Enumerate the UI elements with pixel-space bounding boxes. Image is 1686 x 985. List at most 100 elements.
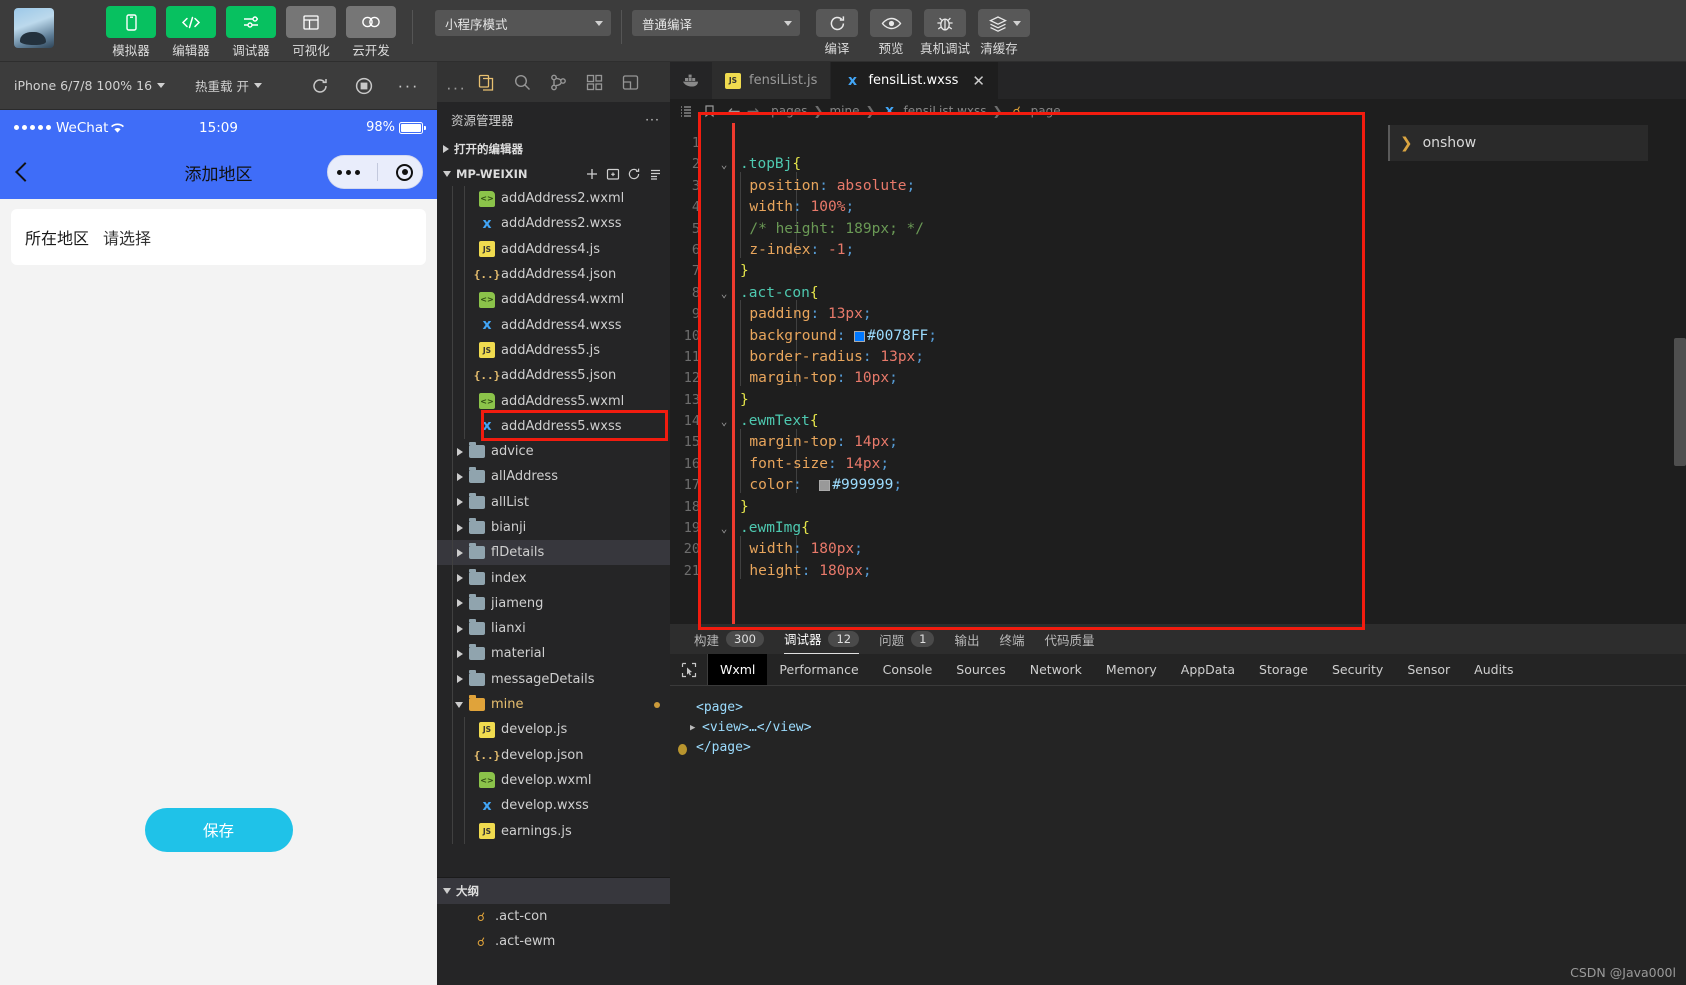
debugger-icon[interactable] bbox=[226, 6, 276, 38]
tree-file[interactable]: x addAddress2.wxss bbox=[437, 211, 670, 237]
tree-folder[interactable]: index bbox=[437, 565, 670, 591]
devtools-tab[interactable]: Audits bbox=[1462, 654, 1525, 685]
breadcrumb-item[interactable]: page bbox=[1031, 104, 1061, 118]
mode-select[interactable]: 小程序模式 bbox=[435, 10, 611, 36]
wxml-tree[interactable]: <page> ▶ <view>…</view> </page> CSDN @Java0… bbox=[670, 686, 1686, 985]
action-真机调试[interactable]: 真机调试 bbox=[918, 0, 972, 57]
bug-icon[interactable] bbox=[924, 9, 966, 37]
wechat-capsule[interactable] bbox=[327, 155, 423, 189]
more-icon[interactable] bbox=[336, 169, 360, 175]
close-target-icon[interactable] bbox=[396, 163, 414, 181]
devtools-tab[interactable]: Sensor bbox=[1395, 654, 1462, 685]
fold-chevron-icon[interactable]: ⌄ bbox=[716, 154, 732, 175]
layout-icon[interactable] bbox=[286, 6, 336, 38]
explorer-more-icon[interactable]: ··· bbox=[645, 112, 660, 127]
tree-file[interactable]: JS addAddress5.js bbox=[437, 337, 670, 364]
action-编译[interactable]: 编译 bbox=[810, 0, 864, 57]
file-tree[interactable]: <> addAddress2.wxml x addAddress2.wxss JS add… bbox=[437, 186, 670, 877]
search-icon[interactable] bbox=[511, 71, 533, 93]
activity-more-icon[interactable]: ··· bbox=[446, 78, 466, 98]
tree-file[interactable]: JS addAddress4.js bbox=[437, 236, 670, 262]
tree-folder[interactable]: allList bbox=[437, 489, 670, 515]
source-control-icon[interactable] bbox=[547, 71, 569, 93]
list-icon[interactable] bbox=[679, 104, 693, 118]
new-file-icon[interactable] bbox=[585, 167, 599, 181]
outline-section[interactable]: 大纲 bbox=[437, 878, 670, 904]
tree-folder[interactable]: allAddress bbox=[437, 464, 670, 490]
outline-item[interactable]: ☌ .act-ewm bbox=[437, 929, 670, 954]
devtools-tab[interactable]: AppData bbox=[1169, 654, 1247, 685]
collapse-icon[interactable] bbox=[648, 167, 662, 181]
tree-file[interactable]: {..} develop.json bbox=[437, 742, 670, 768]
editor-scrollbar[interactable] bbox=[1674, 338, 1686, 466]
simulator-record-icon[interactable] bbox=[354, 76, 374, 96]
close-icon[interactable]: ✕ bbox=[972, 72, 985, 90]
project-avatar[interactable] bbox=[14, 8, 54, 48]
tree-file[interactable]: {..} addAddress4.json bbox=[437, 261, 670, 288]
tree-file[interactable]: x addAddress5.wxss bbox=[437, 413, 670, 439]
debug-icon[interactable] bbox=[619, 71, 641, 93]
new-folder-icon[interactable] bbox=[606, 167, 620, 181]
mode-button-模拟器[interactable]: 模拟器 bbox=[106, 0, 156, 59]
panel-tab[interactable]: 问题 1 bbox=[879, 630, 935, 649]
extensions-icon[interactable] bbox=[583, 71, 605, 93]
tree-file[interactable]: <> develop.wxml bbox=[437, 767, 670, 794]
tree-folder[interactable]: lianxi bbox=[437, 616, 670, 642]
code-icon[interactable] bbox=[166, 6, 216, 38]
panel-tab[interactable]: 输出 bbox=[954, 630, 979, 649]
tree-folder[interactable]: mine bbox=[437, 691, 670, 718]
devtools-tab[interactable]: Performance bbox=[767, 654, 870, 685]
mode-button-云开发[interactable]: 云开发 bbox=[346, 0, 396, 59]
mode-button-可视化[interactable]: 可视化 bbox=[286, 0, 336, 59]
docker-icon[interactable] bbox=[670, 62, 712, 99]
layers-icon[interactable] bbox=[978, 9, 1030, 37]
devtools-tab[interactable]: Wxml bbox=[708, 654, 768, 685]
tree-file[interactable]: JS develop.js bbox=[437, 717, 670, 743]
breadcrumb-item[interactable]: fensiList.wxss bbox=[904, 104, 987, 118]
fold-chevron-icon[interactable]: ⌄ bbox=[716, 411, 732, 432]
wxml-node[interactable]: </page> bbox=[684, 738, 1672, 758]
refresh-icon[interactable] bbox=[816, 9, 858, 37]
bookmark-icon[interactable] bbox=[703, 104, 716, 118]
tree-file[interactable]: {..} addAddress5.json bbox=[437, 363, 670, 389]
breadcrumb-item[interactable]: pages bbox=[771, 104, 807, 118]
cloud-icon[interactable] bbox=[346, 6, 396, 38]
tree-file[interactable]: <> addAddress4.wxml bbox=[437, 287, 670, 313]
compile-select[interactable]: 普通编译 bbox=[632, 10, 800, 36]
tree-folder[interactable]: jiameng bbox=[437, 590, 670, 617]
tree-folder[interactable]: bianji bbox=[437, 514, 670, 541]
hotreload-select[interactable]: 热重载 开 bbox=[195, 76, 263, 95]
simulator-more-icon[interactable]: ··· bbox=[398, 76, 419, 96]
devtools-tab[interactable]: Memory bbox=[1094, 654, 1169, 685]
panel-tab[interactable]: 构建 300 bbox=[694, 630, 764, 649]
expand-arrow-icon[interactable]: ▶ bbox=[690, 718, 699, 738]
region-field-row[interactable]: 所在地区 请选择 bbox=[11, 209, 426, 265]
eye-icon[interactable] bbox=[870, 9, 912, 37]
project-section[interactable]: MP-WEIXIN bbox=[437, 161, 670, 186]
panel-tab[interactable]: 调试器 12 bbox=[783, 624, 860, 654]
panel-tab[interactable]: 终端 bbox=[999, 630, 1024, 649]
tree-file[interactable]: <> addAddress2.wxml bbox=[437, 186, 670, 212]
phone-icon[interactable] bbox=[106, 6, 156, 38]
tree-file[interactable]: x develop.wxss bbox=[437, 793, 670, 819]
devtools-tab[interactable]: Sources bbox=[944, 654, 1017, 685]
outline-item[interactable]: ☌ .act-con bbox=[437, 904, 670, 929]
open-editors-section[interactable]: 打开的编辑器 bbox=[437, 136, 670, 161]
devtools-tab[interactable]: Storage bbox=[1247, 654, 1320, 685]
action-清缓存[interactable]: 清缓存 bbox=[972, 0, 1030, 57]
onshow-item[interactable]: ❯ onshow bbox=[1388, 125, 1648, 161]
files-icon[interactable] bbox=[475, 71, 497, 93]
code-editor[interactable]: 1 2 ⌄ .topBj{3 position: absolute; 4 width: 10… bbox=[670, 123, 1686, 673]
panel-tab[interactable]: 代码质量 bbox=[1045, 630, 1095, 649]
tree-file[interactable]: <> addAddress5.wxml bbox=[437, 388, 670, 414]
tree-folder[interactable]: messageDetails bbox=[437, 666, 670, 692]
mode-button-编辑器[interactable]: 编辑器 bbox=[166, 0, 216, 59]
forward-arrow-icon[interactable]: → bbox=[747, 102, 760, 120]
refresh-icon[interactable] bbox=[627, 167, 641, 181]
wxml-node[interactable]: ▶ <view>…</view> bbox=[684, 718, 1672, 738]
inspect-icon[interactable] bbox=[670, 654, 708, 685]
wxml-node[interactable]: <page> bbox=[684, 698, 1672, 718]
fold-chevron-icon[interactable]: ⌄ bbox=[716, 518, 732, 539]
tree-file[interactable]: JS earnings.js bbox=[437, 818, 670, 844]
breadcrumb-item[interactable]: mine bbox=[829, 104, 859, 118]
